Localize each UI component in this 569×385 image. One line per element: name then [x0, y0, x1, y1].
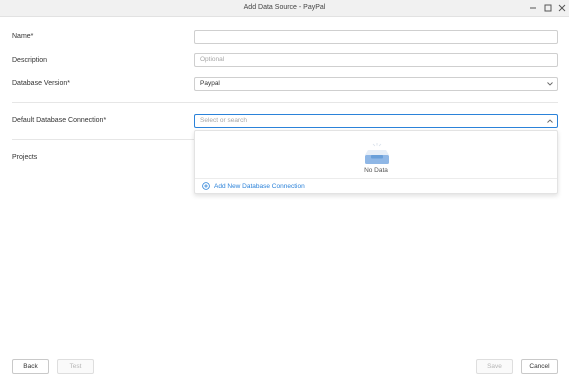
plus-circle-icon: [202, 182, 210, 190]
chevron-up-icon: [547, 115, 553, 127]
default-conn-select[interactable]: Select or search: [194, 114, 558, 128]
description-label: Description: [12, 57, 48, 64]
description-placeholder: Optional: [200, 56, 225, 63]
back-button[interactable]: Back: [12, 359, 49, 374]
db-version-value: Paypal: [200, 80, 220, 87]
chevron-down-icon: [547, 78, 553, 90]
no-data-text: No Data: [364, 167, 388, 174]
minimize-button[interactable]: [526, 2, 540, 14]
default-conn-placeholder: Select or search: [200, 117, 247, 124]
add-new-connection-link[interactable]: Add New Database Connection: [202, 182, 305, 190]
add-new-connection-label: Add New Database Connection: [214, 182, 305, 190]
maximize-icon: [544, 4, 552, 12]
minimize-icon: [530, 7, 536, 9]
save-button[interactable]: Save: [476, 359, 513, 374]
connection-dropdown: No Data Add New Database Connection: [194, 130, 558, 194]
name-input[interactable]: [194, 30, 558, 44]
cancel-button[interactable]: Cancel: [521, 359, 558, 374]
db-version-select[interactable]: Paypal: [194, 77, 558, 91]
test-button[interactable]: Test: [57, 359, 94, 374]
dropdown-separator: [195, 178, 557, 179]
close-icon: [558, 4, 566, 12]
window-title: Add Data Source - PayPal: [243, 4, 326, 11]
db-version-label: Database Version*: [12, 80, 70, 87]
title-bar: Add Data Source - PayPal: [0, 0, 569, 17]
default-conn-label: Default Database Connection*: [12, 117, 107, 124]
empty-inbox-icon: [362, 143, 392, 167]
close-button[interactable]: [555, 2, 569, 14]
name-label: Name*: [12, 33, 34, 40]
projects-label: Projects: [12, 154, 38, 161]
section-divider: [12, 102, 558, 103]
description-input[interactable]: Optional: [194, 53, 558, 67]
maximize-button[interactable]: [541, 2, 555, 14]
